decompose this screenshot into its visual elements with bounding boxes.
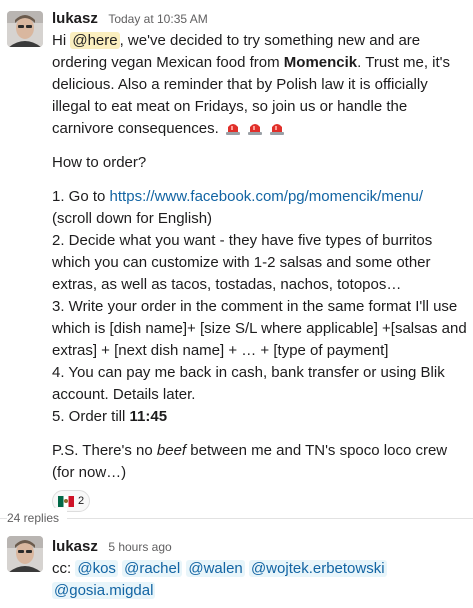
avatar[interactable] xyxy=(7,536,43,572)
mention-walen[interactable]: @walen xyxy=(186,560,245,577)
flag-mexico-icon xyxy=(58,495,74,507)
user-photo-icon xyxy=(7,536,43,572)
step-5-text: 5. Order till xyxy=(52,408,130,425)
step-1-note: (scroll down for English) xyxy=(52,210,213,227)
ps-text: P.S. There's no xyxy=(52,442,157,459)
mention-here[interactable]: @here xyxy=(70,32,120,49)
greeting-text: Hi xyxy=(52,32,71,49)
ps-paragraph: P.S. There's no beef between me and TN's… xyxy=(52,440,467,484)
parent-message: lukasz Today at 10:35 AM Hi @here, we've… xyxy=(0,0,473,512)
replies-divider xyxy=(0,518,473,519)
step-3: 3. Write your order in the comment in th… xyxy=(52,298,467,359)
rotating-light-icon xyxy=(225,124,240,135)
reply-message: lukasz 5 hours ago cc: @kos @rachel @wal… xyxy=(0,530,473,608)
step-2: 2. Decide what you want - they have five… xyxy=(52,232,433,293)
how-to-order-heading: How to order? xyxy=(52,154,147,171)
restaurant-name: Momencik xyxy=(283,54,358,71)
order-deadline: 11:45 xyxy=(129,408,168,425)
menu-link[interactable]: https://www.facebook.com/pg/momencik/men… xyxy=(110,188,423,205)
step-4: 4. You can pay me back in cash, bank tra… xyxy=(52,364,445,403)
message-header: lukasz 5 hours ago xyxy=(52,536,467,558)
author-name[interactable]: lukasz xyxy=(52,10,98,27)
cc-line: cc: @kos @rachel @walen @wojtek.erbetows… xyxy=(52,558,467,602)
message-timestamp[interactable]: Today at 10:35 AM xyxy=(108,12,207,26)
message-body: cc: @kos @rachel @walen @wojtek.erbetows… xyxy=(52,558,467,602)
ps-italic: beef xyxy=(156,442,187,459)
mention-kos[interactable]: @kos xyxy=(75,560,118,577)
replies-count: 24 replies xyxy=(7,508,68,528)
cc-label: cc: xyxy=(52,560,76,577)
reaction-count: 2 xyxy=(78,495,85,507)
mention-wojtek-erbetowski[interactable]: @wojtek.erbetowski xyxy=(248,560,387,577)
user-photo-icon xyxy=(7,11,43,47)
message-body: Hi @here, we've decided to try something… xyxy=(52,30,467,484)
reactions-bar: 2 xyxy=(52,490,467,512)
rotating-light-icon xyxy=(247,124,262,135)
message-header: lukasz Today at 10:35 AM xyxy=(52,8,467,30)
step-1: 1. Go to https://www.facebook.com/pg/mom… xyxy=(52,186,467,208)
step-1-text: 1. Go to xyxy=(52,188,110,205)
rotating-light-icon xyxy=(269,124,284,135)
avatar[interactable] xyxy=(7,11,43,47)
message-timestamp[interactable]: 5 hours ago xyxy=(108,540,171,554)
mention-gosia-migdal[interactable]: @gosia.migdal xyxy=(52,582,156,599)
author-name[interactable]: lukasz xyxy=(52,538,98,555)
mention-rachel[interactable]: @rachel xyxy=(122,560,183,577)
intro-paragraph: Hi @here, we've decided to try something… xyxy=(52,30,467,140)
step-5: 5. Order till 11:45 xyxy=(52,406,467,428)
